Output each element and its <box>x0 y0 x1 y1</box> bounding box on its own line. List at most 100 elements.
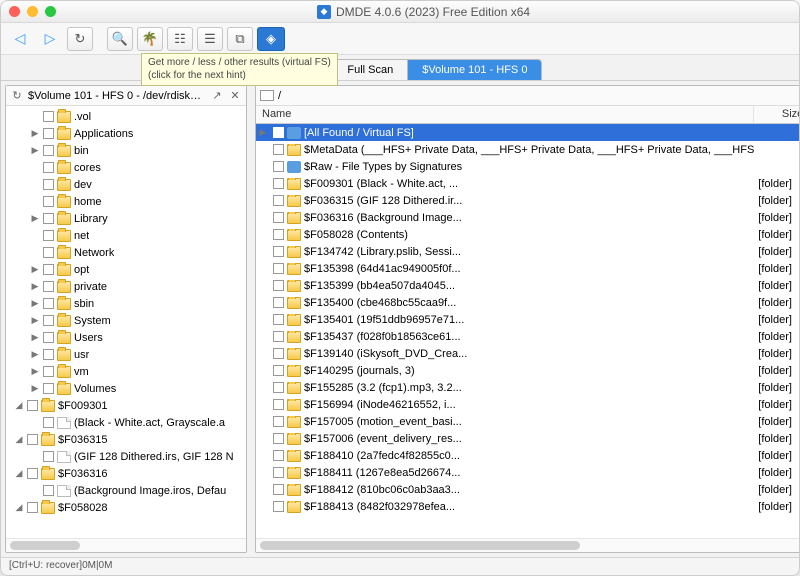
list-row[interactable]: $F156994 (iNode46216552, i...[folder]18 <box>256 396 800 413</box>
tree-row[interactable]: ▶vm <box>6 363 246 380</box>
checkbox[interactable] <box>273 314 284 325</box>
tree-row[interactable]: ◢$F009301 <box>6 397 246 414</box>
checkbox[interactable] <box>273 416 284 427</box>
list-row[interactable]: $F134742 (Library.pslib, Sessi...[folder… <box>256 243 800 260</box>
refresh-button[interactable]: ↻ <box>67 27 93 51</box>
filter-button[interactable]: ⧉ <box>227 27 253 51</box>
checkbox[interactable] <box>273 161 284 172</box>
checkbox[interactable] <box>273 263 284 274</box>
checkbox[interactable] <box>43 213 54 224</box>
expand-icon[interactable]: ▶ <box>256 127 270 138</box>
checkbox[interactable] <box>43 145 54 156</box>
checkbox[interactable] <box>43 298 54 309</box>
list-row[interactable]: $MetaData (___HFS+ Private Data, ___HFS+… <box>256 141 800 158</box>
refresh-icon[interactable]: ↻ <box>10 89 24 102</box>
col-size[interactable]: Size <box>754 106 800 123</box>
palm-button[interactable]: 🌴 <box>137 27 163 51</box>
expand-icon[interactable]: ▶ <box>30 298 40 309</box>
checkbox[interactable] <box>27 400 38 411</box>
checkbox[interactable] <box>43 417 54 428</box>
expand-icon[interactable]: ◢ <box>14 400 24 411</box>
list-row[interactable]: $F135398 (64d41ac949005f0f...[folder]479… <box>256 260 800 277</box>
maximize-icon[interactable] <box>45 6 56 17</box>
checkbox[interactable] <box>27 502 38 513</box>
checkbox[interactable] <box>43 315 54 326</box>
checkbox[interactable] <box>273 127 284 138</box>
checkbox[interactable] <box>43 179 54 190</box>
list-row[interactable]: $F188412 (810bc06c0ab3aa3...[folder]4533… <box>256 481 800 498</box>
tree-row[interactable]: ▶System <box>6 312 246 329</box>
tree-row[interactable]: ▶bin <box>6 142 246 159</box>
tree-row[interactable]: ▶Users <box>6 329 246 346</box>
list-row[interactable]: $F188410 (2a7fedc4f82855c0...[folder]453… <box>256 447 800 464</box>
tree-row[interactable]: ◢$F058028 <box>6 499 246 516</box>
close-pane-icon[interactable]: ✕ <box>228 89 242 102</box>
checkbox[interactable] <box>273 195 284 206</box>
tree-row[interactable]: ▶usr <box>6 346 246 363</box>
list-row[interactable]: $F155285 (3.2 (fcp1).mp3, 3.2...[folder]… <box>256 379 800 396</box>
checkbox[interactable] <box>273 433 284 444</box>
checkbox[interactable] <box>273 484 284 495</box>
tree-row[interactable]: ▶opt <box>6 261 246 278</box>
tree-row[interactable]: ◢$F036315 <box>6 431 246 448</box>
tree-row[interactable]: (GIF 128 Dithered.irs, GIF 128 N <box>6 448 246 465</box>
tree-row[interactable]: ◢$F036316 <box>6 465 246 482</box>
forward-button[interactable]: ▷ <box>37 27 63 51</box>
list-row[interactable]: $F135400 (cbe468bc55caa9f...[folder]4790… <box>256 294 800 311</box>
checkbox[interactable] <box>43 485 54 496</box>
tree-row[interactable]: home <box>6 193 246 210</box>
checkbox[interactable] <box>43 366 54 377</box>
tree-row[interactable]: ▶private <box>6 278 246 295</box>
checkbox[interactable] <box>273 229 284 240</box>
checkbox[interactable] <box>43 281 54 292</box>
checkbox[interactable] <box>273 365 284 376</box>
expand-icon[interactable]: ▶ <box>30 349 40 360</box>
list-row[interactable]: $F135401 (19f51ddb96957e71...[folder]479… <box>256 311 800 328</box>
expand-icon[interactable]: ▶ <box>30 332 40 343</box>
tree-row[interactable]: ▶sbin <box>6 295 246 312</box>
list-row[interactable]: $F188411 (1267e8ea5d26674...[folder]4533… <box>256 464 800 481</box>
list-row[interactable]: $Raw - File Types by Signatures <box>256 158 800 175</box>
expand-icon[interactable]: ◢ <box>14 468 24 479</box>
back-button[interactable]: ◁ <box>7 27 33 51</box>
checkbox[interactable] <box>27 468 38 479</box>
list-row[interactable]: $F009301 (Black - White.act, ...[folder]… <box>256 175 800 192</box>
tree-scrollbar[interactable] <box>6 538 246 552</box>
tab-full-scan[interactable]: Full Scan <box>333 60 408 80</box>
logo-button[interactable]: ◈ <box>257 27 285 51</box>
checkbox[interactable] <box>273 348 284 359</box>
checkbox[interactable] <box>27 434 38 445</box>
maximize-pane-icon[interactable]: ↗ <box>210 89 224 102</box>
list-row[interactable]: $F036315 (GIF 128 Dithered.ir...[folder]… <box>256 192 800 209</box>
checkbox[interactable] <box>273 280 284 291</box>
tree-row[interactable]: net <box>6 227 246 244</box>
list-row[interactable]: $F036316 (Background Image...[folder]110… <box>256 209 800 226</box>
tree-row[interactable]: dev <box>6 176 246 193</box>
expand-icon[interactable]: ▶ <box>30 128 40 139</box>
expand-icon[interactable]: ▶ <box>30 383 40 394</box>
zoom-search-button[interactable]: 🔍 <box>107 27 133 51</box>
checkbox[interactable] <box>273 144 284 155</box>
list-row[interactable]: $F157005 (motion_event_basi...[folder]44… <box>256 413 800 430</box>
checkbox[interactable] <box>43 111 54 122</box>
list-row[interactable]: $F188413 (8482f032978efea...[folder]4533… <box>256 498 800 515</box>
expand-icon[interactable]: ▶ <box>30 213 40 224</box>
tree-view-button[interactable]: ☷ <box>167 27 193 51</box>
list-row[interactable]: $F140295 (journals, 3)[folder]1828275 <box>256 362 800 379</box>
checkbox[interactable] <box>43 230 54 241</box>
checkbox[interactable] <box>273 178 284 189</box>
tree-row[interactable]: (Black - White.act, Grayscale.a <box>6 414 246 431</box>
tree-row[interactable]: ▶Applications <box>6 125 246 142</box>
checkbox[interactable] <box>273 450 284 461</box>
close-icon[interactable] <box>9 6 20 17</box>
list-row[interactable]: $F058028 (Contents)[folder]306305 <box>256 226 800 243</box>
expand-icon[interactable]: ▶ <box>30 145 40 156</box>
folder-tree[interactable]: .vol▶Applications▶bincoresdevhome▶Librar… <box>6 106 246 538</box>
expand-icon[interactable]: ▶ <box>30 366 40 377</box>
checkbox[interactable] <box>43 162 54 173</box>
list-row[interactable]: ▶[All Found / Virtual FS] <box>256 124 800 141</box>
expand-icon[interactable]: ▶ <box>30 315 40 326</box>
checkbox[interactable] <box>43 128 54 139</box>
checkbox[interactable] <box>43 264 54 275</box>
checkbox[interactable] <box>273 212 284 223</box>
